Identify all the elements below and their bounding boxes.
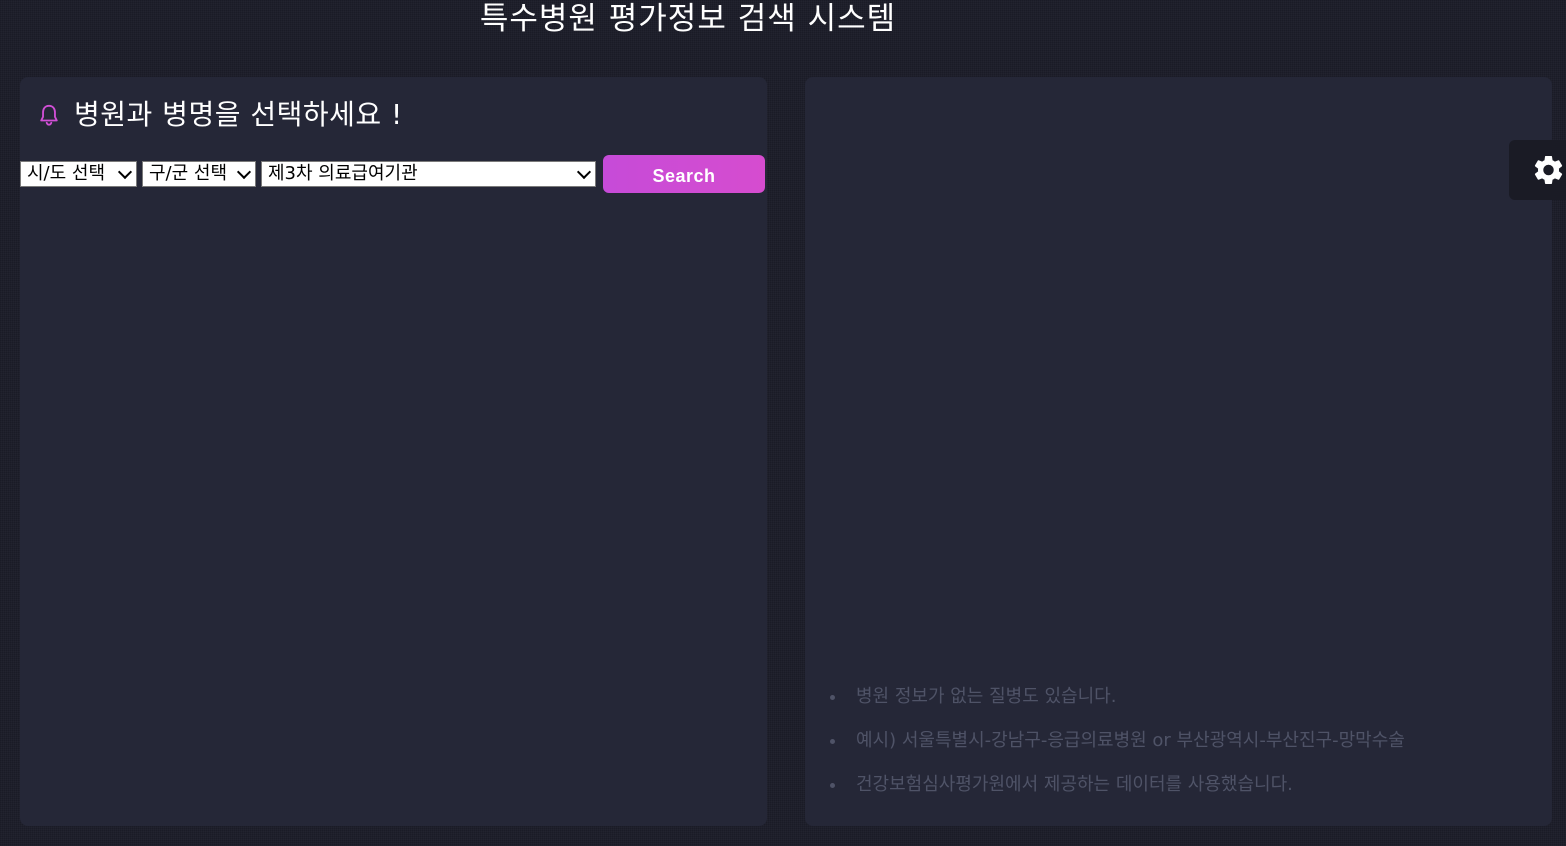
bullet-icon: [830, 739, 835, 744]
note-text: 건강보험심사평가원에서 제공하는 데이터를 사용했습니다.: [856, 774, 1293, 795]
settings-button[interactable]: [1509, 140, 1566, 200]
note-text: 병원 정보가 없는 질병도 있습니다.: [856, 686, 1117, 707]
notes-list: 병원 정보가 없는 질병도 있습니다. 예시) 서울특별시-강남구-응급의료병원…: [830, 675, 1405, 807]
list-item: 병원 정보가 없는 질병도 있습니다.: [830, 675, 1405, 719]
note-text: 예시) 서울특별시-강남구-응급의료병원 or 부산광역시-부산진구-망막수술: [856, 730, 1405, 751]
search-panel-header: 병원과 병명을 선택하세요 !: [38, 95, 403, 135]
search-button[interactable]: Search: [603, 155, 765, 193]
page-title: 특수병원 평가정보 검색 시스템: [479, 1, 897, 37]
chevron-down-icon: [117, 164, 133, 180]
gugun-select-value: 구/군 선택: [149, 163, 228, 184]
sido-select-value: 시/도 선택: [27, 163, 106, 184]
institution-type-select[interactable]: 제3차 의료급여기관: [261, 161, 596, 187]
bell-icon: [40, 104, 58, 126]
gear-icon: [1534, 155, 1563, 184]
gugun-select[interactable]: 구/군 선택: [142, 161, 256, 187]
filter-row: 시/도 선택 구/군 선택 제3차 의료급여기관 Search: [20, 155, 765, 193]
search-panel-heading: 병원과 병명을 선택하세요 !: [74, 98, 403, 131]
sido-select[interactable]: 시/도 선택: [20, 161, 137, 187]
search-panel: 병원과 병명을 선택하세요 ! 시/도 선택 구/군 선택 제3차 의료급여기관…: [20, 77, 767, 826]
bullet-icon: [830, 695, 835, 700]
chevron-down-icon: [236, 164, 252, 180]
list-item: 건강보험심사평가원에서 제공하는 데이터를 사용했습니다.: [830, 763, 1405, 807]
list-item: 예시) 서울특별시-강남구-응급의료병원 or 부산광역시-부산진구-망막수술: [830, 719, 1405, 763]
chevron-down-icon: [576, 164, 592, 180]
results-panel: 병원 정보가 없는 질병도 있습니다. 예시) 서울특별시-강남구-응급의료병원…: [805, 77, 1552, 826]
institution-type-select-value: 제3차 의료급여기관: [268, 163, 418, 184]
bullet-icon: [830, 783, 835, 788]
